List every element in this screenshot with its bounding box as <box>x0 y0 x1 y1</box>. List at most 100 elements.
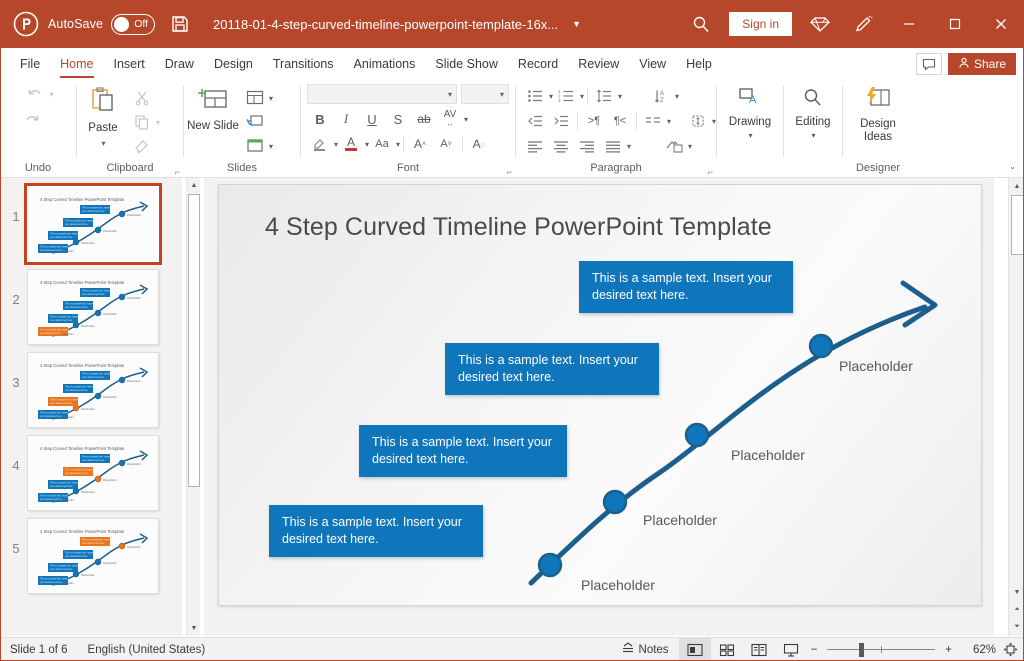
language-indicator[interactable]: English (United States) <box>78 638 216 661</box>
thumbnail-scrollbar[interactable]: ▲ ▼ <box>186 178 200 636</box>
tab-help[interactable]: Help <box>676 48 722 80</box>
thumbnail-scrollbar-thumb[interactable] <box>188 194 200 487</box>
layout-button[interactable] <box>242 86 268 110</box>
font-color-button[interactable]: A <box>338 132 364 156</box>
zoom-in-button[interactable]: + <box>941 638 956 661</box>
change-case-button[interactable]: Aa <box>369 132 395 156</box>
tab-insert[interactable]: Insert <box>104 48 155 80</box>
thumbnail-row[interactable]: 5 4 Step Curved Timeline PowerPoint Temp… <box>0 519 182 593</box>
justify-button[interactable] <box>600 134 626 158</box>
editing-button[interactable]: Editing ▾ <box>785 84 841 142</box>
zoom-slider-handle[interactable] <box>859 642 865 657</box>
slide-thumbnail-3[interactable]: 4 Step Curved Timeline PowerPoint Templa… <box>28 353 158 427</box>
copy-dropdown-icon[interactable]: ▾ <box>156 118 160 127</box>
callout-box-1[interactable]: This is a sample text. Insert your desir… <box>269 505 483 557</box>
clipboard-dialog-launcher[interactable]: ⌐ <box>175 167 180 177</box>
editing-dropdown-icon[interactable]: ▾ <box>811 129 815 142</box>
right-to-left-button[interactable]: ¶< <box>607 109 633 133</box>
tab-record[interactable]: Record <box>508 48 568 80</box>
slide-scrollbar-thumb[interactable] <box>1011 195 1024 255</box>
underline-button[interactable]: U <box>359 107 385 131</box>
save-icon[interactable] <box>169 13 191 35</box>
change-case-dropdown-icon[interactable]: ▾ <box>396 140 400 149</box>
text-shadow-button[interactable]: S <box>385 107 411 131</box>
numbering-button[interactable]: 123 <box>553 84 579 108</box>
undo-button[interactable] <box>22 82 48 106</box>
character-spacing-dropdown-icon[interactable]: ▾ <box>464 115 468 124</box>
tab-home[interactable]: Home <box>50 48 103 80</box>
tab-view[interactable]: View <box>629 48 676 80</box>
left-to-right-button[interactable]: >¶ <box>581 109 607 133</box>
maximize-button[interactable] <box>932 0 978 48</box>
cut-button[interactable] <box>129 86 155 110</box>
redo-button[interactable] <box>19 108 45 132</box>
format-painter-button[interactable] <box>129 134 155 158</box>
sign-in-button[interactable]: Sign in <box>729 12 792 36</box>
reading-view-button[interactable] <box>743 638 775 661</box>
pen-annotate-icon[interactable] <box>842 0 886 48</box>
font-size-dropdown-icon[interactable]: ▾ <box>500 90 504 99</box>
bullets-button[interactable] <box>522 84 548 108</box>
columns-button[interactable] <box>640 109 666 133</box>
character-spacing-button[interactable]: AV ↔ <box>437 107 463 131</box>
tab-transitions[interactable]: Transitions <box>263 48 344 80</box>
thumbnail-row[interactable]: 4 4 Step Curved Timeline PowerPoint Temp… <box>0 436 182 510</box>
slide-thumbnail-5[interactable]: 4 Step Curved Timeline PowerPoint Templa… <box>28 519 158 593</box>
font-dialog-launcher[interactable]: ⌐ <box>507 167 512 177</box>
minimize-button[interactable] <box>886 0 932 48</box>
thumbnail-row[interactable]: 2 4 Step Curved Timeline PowerPoint Temp… <box>0 270 182 344</box>
callout-box-3[interactable]: This is a sample text. Insert your desir… <box>445 343 659 395</box>
share-button[interactable]: Share <box>947 53 1016 75</box>
section-dropdown-icon[interactable]: ▾ <box>269 142 273 151</box>
justify-dropdown-icon[interactable]: ▾ <box>627 142 631 151</box>
tab-slide-show[interactable]: Slide Show <box>425 48 508 80</box>
convert-smartart-button[interactable] <box>661 134 687 158</box>
slide-sorter-button[interactable] <box>711 638 743 661</box>
normal-view-button[interactable] <box>678 637 711 661</box>
paragraph-dialog-launcher[interactable]: ⌐ <box>708 167 713 177</box>
slide-thumbnail-4[interactable]: 4 Step Curved Timeline PowerPoint Templa… <box>28 436 158 510</box>
zoom-level[interactable]: 62% <box>956 644 996 656</box>
slide-editing-area[interactable]: 4 Step Curved Timeline PowerPoint Templa… <box>204 178 994 636</box>
search-icon[interactable] <box>679 0 723 48</box>
align-center-button[interactable] <box>548 134 574 158</box>
drawing-dropdown-icon[interactable]: ▾ <box>748 129 752 142</box>
strikethrough-button[interactable]: ab <box>411 107 437 131</box>
copy-button[interactable] <box>129 110 155 134</box>
diamond-icon[interactable] <box>798 0 842 48</box>
font-name-input[interactable]: ▾ <box>307 84 457 104</box>
new-slide-button[interactable]: New Slide <box>184 84 242 133</box>
columns-dropdown-icon[interactable]: ▾ <box>667 117 671 126</box>
layout-dropdown-icon[interactable]: ▾ <box>269 94 273 103</box>
align-text-vertical-button[interactable] <box>685 109 711 133</box>
slide-vertical-scrollbar[interactable]: ▲ ▼ ⏶ ⏷ <box>1008 178 1024 636</box>
ribbon-collapse-button[interactable]: ⌄ <box>1009 162 1016 171</box>
drawing-button[interactable]: A Drawing ▾ <box>719 84 781 142</box>
font-name-dropdown-icon[interactable]: ▾ <box>448 90 452 99</box>
tab-review[interactable]: Review <box>568 48 629 80</box>
comment-icon[interactable] <box>915 53 942 75</box>
align-left-button[interactable] <box>522 134 548 158</box>
slide-canvas[interactable]: 4 Step Curved Timeline PowerPoint Templa… <box>218 184 982 606</box>
text-highlight-button[interactable] <box>307 132 333 156</box>
increase-font-size-button[interactable]: A ˄ <box>407 132 433 156</box>
chevron-down-icon[interactable]: ▼ <box>572 19 581 29</box>
scroll-down-icon[interactable]: ▼ <box>187 621 201 636</box>
close-button[interactable] <box>978 0 1024 48</box>
line-spacing-button[interactable] <box>591 84 617 108</box>
tab-file[interactable]: File <box>10 48 50 80</box>
callout-box-2[interactable]: This is a sample text. Insert your desir… <box>359 425 567 477</box>
step-label-4[interactable]: Placeholder <box>839 358 913 374</box>
clear-formatting-button[interactable]: A ◌ <box>466 132 492 156</box>
paste-button[interactable]: Paste ▾ <box>77 84 129 150</box>
scroll-up-icon[interactable]: ▲ <box>1009 178 1024 194</box>
line-spacing-dropdown-icon[interactable]: ▾ <box>618 92 622 101</box>
design-ideas-button[interactable]: Design Ideas <box>845 84 911 144</box>
step-label-2[interactable]: Placeholder <box>643 512 717 528</box>
convert-smartart-dropdown-icon[interactable]: ▾ <box>688 142 692 151</box>
callout-box-4[interactable]: This is a sample text. Insert your desir… <box>579 261 793 313</box>
zoom-slider[interactable] <box>827 638 936 661</box>
text-direction-button[interactable]: AZ <box>648 84 674 108</box>
numbering-dropdown-icon[interactable]: ▾ <box>580 92 584 101</box>
slide-thumbnail-pane[interactable]: 1 4 Step Curved Timeline PowerPoint Temp… <box>0 178 182 636</box>
